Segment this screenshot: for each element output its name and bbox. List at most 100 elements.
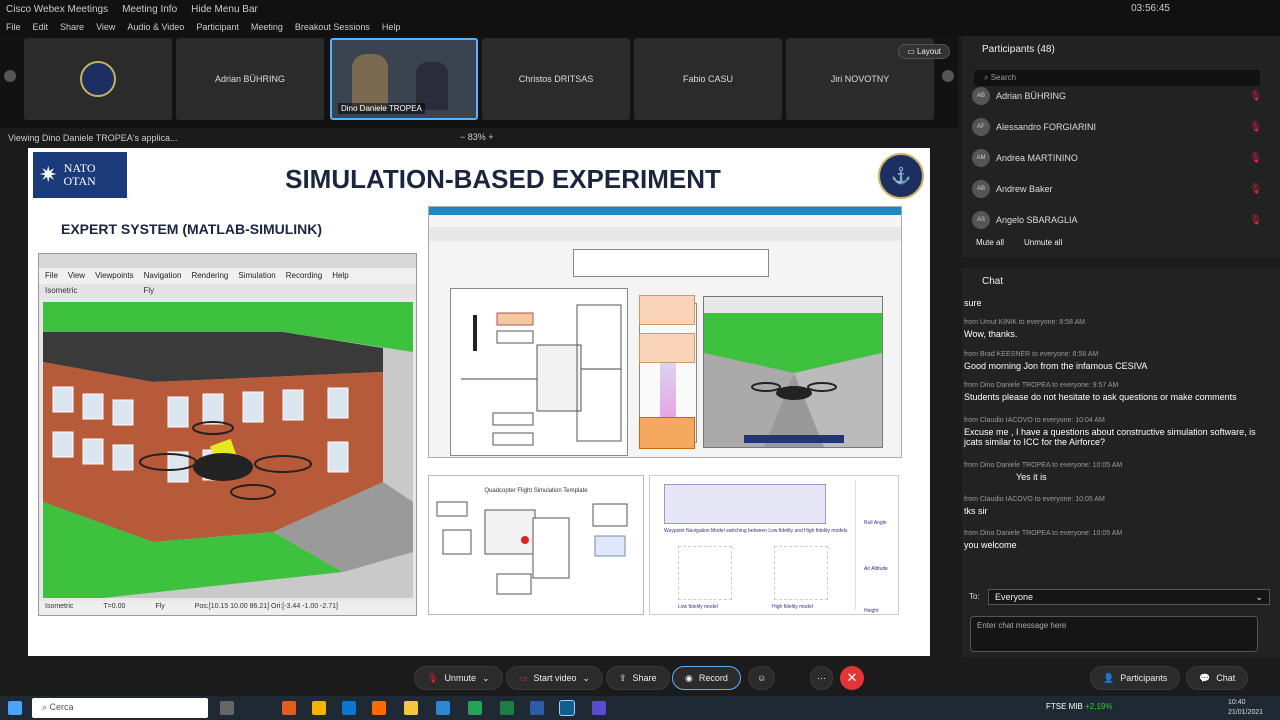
system-time: 10:40 — [1228, 699, 1246, 706]
search-placeholder: Search — [990, 73, 1017, 82]
share-button[interactable]: ⇪ Share — [606, 666, 670, 690]
participant-row[interactable]: AF Alessandro FORGIARINI 🎙 — [972, 115, 1262, 139]
chat-message-text: you welcome — [964, 540, 1017, 550]
vr-menu-item: View — [67, 271, 86, 280]
menu-item[interactable]: Audio & Video — [127, 22, 184, 32]
start-video-button[interactable]: ▭ Start video ⌄ — [506, 666, 604, 690]
unmute-button[interactable]: 🎙 Unmute ⌄ — [414, 666, 503, 690]
reactions-icon: ☺ — [757, 673, 767, 683]
subsystem-block — [639, 333, 695, 363]
brave-browser-icon[interactable] — [282, 701, 296, 715]
navigation-model-diagram — [664, 484, 826, 524]
mute-all-button[interactable]: Mute all — [976, 238, 1004, 247]
close-icon: ✕ — [846, 670, 858, 685]
mic-off-icon: 🎙 — [427, 672, 439, 683]
menu-item[interactable]: Edit — [33, 22, 49, 32]
video-tile[interactable]: Fabio CASU — [634, 38, 782, 120]
strip-prev-button[interactable] — [4, 70, 16, 82]
taskbar-search-input[interactable]: ⌕ Cerca — [32, 698, 208, 718]
leave-meeting-button[interactable]: ✕ — [840, 666, 864, 690]
chrome-icon[interactable] — [312, 701, 326, 715]
record-label: Record — [698, 673, 728, 683]
reactions-button[interactable]: ☺ — [748, 666, 776, 690]
layout-button[interactable]: ▭ Layout — [898, 44, 950, 59]
menu-bar: File Edit Share View Audio & Video Participan… — [0, 18, 1280, 36]
vr-menu-item: Simulation — [238, 271, 276, 280]
menu-item[interactable]: Meeting — [251, 22, 283, 32]
chat-input[interactable]: Enter chat message here — [970, 616, 1258, 652]
video-tile-logo[interactable] — [24, 38, 172, 120]
start-menu-icon[interactable] — [8, 701, 22, 715]
participants-toggle-label: Participants — [1120, 673, 1168, 683]
mic-muted-icon[interactable]: 🎙 — [1249, 122, 1262, 133]
vr-status-mode: Fly — [155, 603, 165, 610]
file-explorer-icon[interactable] — [404, 701, 418, 715]
strip-next-button[interactable] — [942, 70, 954, 82]
app-icon[interactable] — [500, 701, 514, 715]
webex-icon[interactable] — [559, 700, 575, 716]
participant-name: Alessandro FORGIARINI — [996, 122, 1097, 132]
menu-item[interactable]: File — [6, 22, 21, 32]
app-title: Cisco Webex Meetings — [6, 3, 109, 15]
chat-recipient-select[interactable]: Everyone ⌄ — [988, 589, 1270, 605]
viewing-label: Viewing Dino Daniele TROPEA's applica... — [8, 133, 178, 143]
system-clock[interactable]: 10:40 21/01/2021 — [1228, 698, 1263, 718]
participant-name: Adrian BÜHRING — [996, 91, 1067, 101]
menu-item[interactable]: Participant — [196, 22, 239, 32]
word-icon[interactable] — [530, 701, 544, 715]
edge-icon[interactable] — [342, 701, 356, 715]
excel-icon[interactable] — [468, 701, 482, 715]
vr-menu-item: Help — [332, 271, 349, 280]
hide-menu-bar-button[interactable]: Hide Menu Bar — [191, 4, 258, 15]
high-fidelity-label: High fidelity model — [772, 604, 813, 610]
vr-menu-item: Recording — [285, 271, 323, 280]
chat-message-text: tks sir — [964, 506, 988, 516]
avatar: AF — [972, 118, 990, 136]
meeting-info-link[interactable]: Meeting Info — [122, 4, 177, 15]
teams-icon[interactable] — [592, 701, 606, 715]
unmute-all-button[interactable]: Unmute all — [1024, 238, 1062, 247]
chat-message-meta: from Umut KINIK to everyone: 8:58 AM — [964, 319, 1085, 326]
firefox-icon[interactable] — [372, 701, 386, 715]
subsystem-block — [639, 295, 695, 325]
system-date: 21/01/2021 — [1228, 709, 1264, 716]
participant-row[interactable]: AM Andrea MARTININO 🎙 — [972, 146, 1262, 170]
chat-message-meta: from Dino Daniele TROPEA to everyone: 10… — [964, 530, 1123, 537]
video-tile[interactable]: Adrian BÜHRING — [176, 38, 324, 120]
chat-toggle-button[interactable]: 💬 Chat — [1186, 666, 1249, 690]
avatar: AB — [972, 87, 990, 105]
mic-muted-icon[interactable]: 🎙 — [1249, 91, 1262, 102]
record-button[interactable]: ◉ Record — [672, 666, 741, 690]
participant-row[interactable]: AB Andrew Baker 🎙 — [972, 177, 1262, 201]
org-crest-icon — [80, 61, 116, 97]
stock-ticker[interactable]: FTSE MIB +2,19% — [1046, 702, 1112, 711]
mail-icon[interactable] — [436, 701, 450, 715]
menu-item[interactable]: View — [96, 22, 115, 32]
menu-item[interactable]: Share — [60, 22, 84, 32]
participant-row[interactable]: AS Angelo SBARAGLIA 🎙 — [972, 208, 1262, 232]
flight-sim-template: Quadcopter Flight Simulation Template — [428, 475, 644, 615]
simulink-menubar — [429, 215, 901, 227]
avatar: AB — [972, 180, 990, 198]
participant-row[interactable]: AB Adrian BÜHRING 🎙 — [972, 84, 1262, 108]
vr-status-pose: Pos:[10.15 10.00 86.21] Ori:[-3.44 -1.00… — [194, 603, 338, 610]
block-diagram — [450, 288, 628, 456]
zoom-level[interactable]: − 83% + — [460, 132, 494, 142]
chat-header: Chat — [982, 276, 1004, 287]
mic-muted-icon[interactable]: 🎙 — [1249, 184, 1262, 195]
chat-message-text: Students please do not hesitate to ask q… — [964, 392, 1237, 402]
response-plots: Roll Angle Air Altitude Height — [855, 480, 895, 614]
menu-item[interactable]: Help — [382, 22, 401, 32]
mic-muted-icon[interactable]: 🎙 — [1249, 215, 1262, 226]
more-options-button[interactable]: ⋯ — [810, 666, 833, 690]
active-speaker-tile[interactable]: Dino Daniele TROPEA — [330, 38, 478, 120]
video-tile[interactable]: Christos DRITSAS — [482, 38, 630, 120]
roll-angle-label: Roll Angle — [864, 520, 887, 526]
participant-name: Angelo SBARAGLIA — [996, 215, 1078, 225]
task-view-icon[interactable] — [220, 701, 234, 715]
chat-message-meta: from Claudio IACOVO to everyone: 10:04 A… — [964, 417, 1105, 424]
participants-toggle-button[interactable]: 👤 Participants — [1090, 666, 1181, 690]
menu-item[interactable]: Breakout Sessions — [295, 22, 370, 32]
mic-muted-icon[interactable]: 🎙 — [1249, 153, 1262, 164]
vr-menu-item: Rendering — [191, 271, 229, 280]
